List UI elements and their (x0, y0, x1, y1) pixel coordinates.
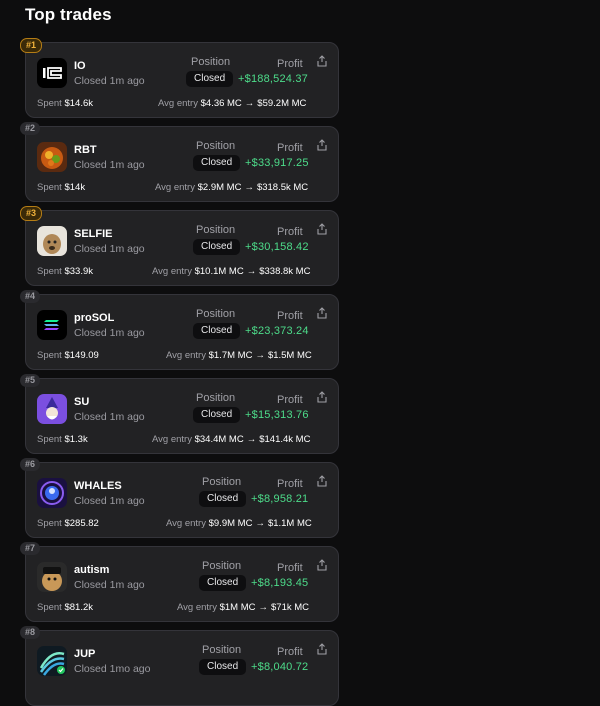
spent-info: Spent $149.09 (37, 350, 99, 361)
position-label: Position (196, 392, 236, 404)
share-icon[interactable] (316, 643, 328, 655)
profit-value: +$8,193.45 (251, 577, 309, 589)
closed-time: Closed 1m ago (74, 75, 145, 87)
token-name: SELFIE (74, 228, 113, 240)
trade-card-whales[interactable]: #6 WHALES Closed 1m ago Position Closed … (20, 458, 339, 538)
jup-logo-icon (37, 646, 67, 676)
selfie-logo-icon (37, 226, 67, 256)
spent-info: Spent $14k (37, 182, 86, 193)
position-label: Position (196, 140, 236, 152)
avg-entry-info: Avg entry $34.4M MC → $141.4k MC (152, 434, 311, 445)
position-label: Position (202, 644, 242, 656)
position-label: Position (191, 56, 231, 68)
position-label: Position (196, 308, 236, 320)
token-name: SU (74, 396, 90, 408)
profit-label: Profit (277, 646, 303, 658)
spent-info: Spent $81.2k (37, 602, 93, 613)
profit-value: +$188,524.37 (238, 73, 308, 85)
rank-badge: #3 (20, 206, 43, 221)
share-icon[interactable] (316, 55, 328, 67)
rank-badge: #2 (20, 122, 41, 135)
trade-card-su[interactable]: #5 SU Closed 1m ago Position Closed Prof… (20, 374, 339, 454)
closed-time: Closed 1m ago (74, 159, 145, 171)
rank-badge: #8 (20, 626, 41, 639)
avg-entry-info: Avg entry $9.9M MC → $1.1M MC (166, 518, 312, 529)
profit-value: +$33,917.25 (245, 157, 309, 169)
avg-entry-info: Avg entry $1M MC → $71k MC (177, 602, 310, 613)
share-icon[interactable] (316, 139, 328, 151)
token-name: WHALES (74, 480, 122, 492)
token-name: IO (74, 60, 86, 72)
profit-label: Profit (277, 142, 303, 154)
prosol-logo-icon (37, 310, 67, 340)
position-label: Position (202, 560, 242, 572)
page-title: Top trades (25, 5, 112, 24)
profit-value: +$8,040.72 (251, 661, 309, 673)
profit-label: Profit (277, 226, 303, 238)
rank-badge: #6 (20, 458, 41, 471)
io-logo-icon (37, 58, 67, 88)
spent-info: Spent $14.6k (37, 98, 93, 109)
profit-label: Profit (277, 562, 303, 574)
trade-card-selfie[interactable]: #3 SELFIE Closed 1m ago Position Closed … (20, 206, 339, 286)
avg-entry-info: Avg entry $1.7M MC → $1.5M MC (166, 350, 312, 361)
closed-time: Closed 1m ago (74, 411, 145, 423)
trade-card-prosol[interactable]: #4 proSOL Closed 1m ago Position Closed … (20, 290, 339, 370)
closed-time: Closed 1m ago (74, 579, 145, 591)
profit-label: Profit (277, 394, 303, 406)
spent-info: Spent $1.3k (37, 434, 88, 445)
token-name: autism (74, 564, 110, 576)
profit-value: +$30,158.42 (245, 241, 309, 253)
profit-value: +$15,313.76 (245, 409, 309, 421)
rank-badge: #7 (20, 542, 41, 555)
trade-card-io[interactable]: #1 IO Closed 1m ago Position Closed Prof… (20, 38, 339, 118)
spent-info: Spent $285.82 (37, 518, 99, 529)
status-badge: Closed (199, 659, 247, 675)
position-label: Position (196, 224, 236, 236)
rank-badge: #4 (20, 290, 41, 303)
token-name: proSOL (74, 312, 115, 324)
status-badge: Closed (199, 575, 247, 591)
trade-card-jup[interactable]: #8 JUP Closed 1mo ago Position Closed Pr… (20, 626, 339, 706)
rbt-logo-icon (37, 142, 67, 172)
closed-time: Closed 1m ago (74, 327, 145, 339)
trade-card-rbt[interactable]: #2 RBT Closed 1m ago Position Closed Pro… (20, 122, 339, 202)
status-badge: Closed (193, 407, 241, 423)
status-badge: Closed (193, 239, 241, 255)
rank-badge: #5 (20, 374, 41, 387)
status-badge: Closed (199, 491, 247, 507)
su-logo-icon (37, 394, 67, 424)
share-icon[interactable] (316, 391, 328, 403)
share-icon[interactable] (316, 559, 328, 571)
avg-entry-info: Avg entry $2.9M MC → $318.5k MC (155, 182, 309, 193)
share-icon[interactable] (316, 307, 328, 319)
profit-value: +$23,373.24 (245, 325, 309, 337)
rank-badge: #1 (20, 38, 43, 53)
profit-label: Profit (277, 478, 303, 490)
token-name: JUP (74, 648, 96, 660)
closed-time: Closed 1mo ago (74, 663, 151, 675)
avg-entry-info: Avg entry $10.1M MC → $338.8k MC (152, 266, 311, 277)
whales-logo-icon (37, 478, 67, 508)
profit-label: Profit (277, 310, 303, 322)
closed-time: Closed 1m ago (74, 243, 145, 255)
status-badge: Closed (193, 155, 241, 171)
token-name: RBT (74, 144, 97, 156)
spent-info: Spent $33.9k (37, 266, 93, 277)
autism-logo-icon (37, 562, 67, 592)
share-icon[interactable] (316, 223, 328, 235)
status-badge: Closed (193, 323, 241, 339)
profit-value: +$8,958.21 (251, 493, 309, 505)
trade-card-autism[interactable]: #7 autism Closed 1m ago Position Closed … (20, 542, 339, 622)
position-label: Position (202, 476, 242, 488)
profit-label: Profit (277, 58, 303, 70)
avg-entry-info: Avg entry $4.36 MC → $59.2M MC (158, 98, 307, 109)
closed-time: Closed 1m ago (74, 495, 145, 507)
share-icon[interactable] (316, 475, 328, 487)
status-badge: Closed (186, 71, 234, 87)
